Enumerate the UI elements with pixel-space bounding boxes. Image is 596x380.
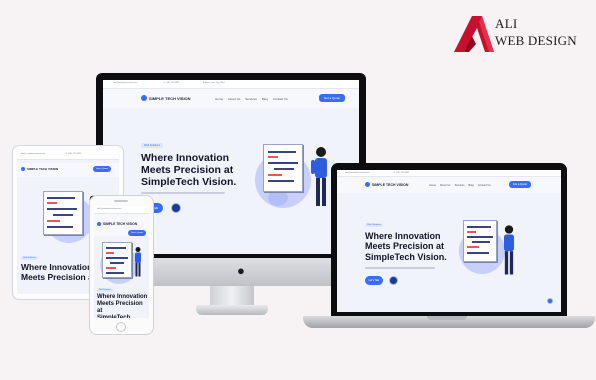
menu-item-about[interactable]: About Us	[228, 97, 240, 101]
apple-logo-icon: ●	[237, 263, 245, 278]
hero-title: Where Innovation Meets Precision at Simp…	[141, 152, 236, 188]
site-nav: SIMPLE TECH VISION Home About Us Service…	[103, 88, 359, 108]
site-logo-text[interactable]: SIMPLE TECH VISION	[27, 167, 58, 171]
hero-description	[365, 267, 435, 269]
hero-title: Where Innovation Meets Precision at Simp…	[365, 231, 447, 262]
hero-illustration-blob-small	[268, 190, 288, 206]
mockup-canvas: ALI WEB DESIGN info@simpletechvision.com…	[0, 0, 596, 380]
hero-cta-button[interactable]: Let's Talk	[365, 276, 383, 285]
brand-logo: ALI WEB DESIGN	[452, 14, 592, 54]
site-topbar: info@simpletechvision.com	[94, 206, 149, 214]
hero-illustration-board	[263, 144, 303, 192]
phone-speaker	[114, 200, 128, 202]
site-nav: SIMPLE TECH VISION Home About Us Service…	[337, 177, 561, 193]
topbar-email: info@simpletechvision.com	[21, 152, 46, 155]
site-logo-icon	[97, 222, 101, 226]
site-menu: Home About Us Services Blog Contact Us	[429, 184, 491, 187]
play-video-button[interactable]	[389, 276, 398, 285]
hero-person-illustration	[135, 247, 141, 277]
site-logo-text[interactable]: SIMPLE TECH VISION	[372, 183, 408, 187]
hero-title-line-2: Meets Precision at	[365, 241, 445, 252]
quote-button[interactable]: Get a Quote	[128, 230, 146, 236]
hero-eyebrow: Web Solutions	[21, 256, 38, 260]
hero-title-line-3: SimpleTech Vision.	[97, 314, 131, 318]
hero-title-line-3: SimpleTech Vision.	[365, 251, 447, 262]
menu-item-contact[interactable]: Contact Us	[273, 97, 288, 101]
topbar-phone: +1 (111) 222-3333	[393, 171, 410, 174]
laptop-notch	[427, 316, 467, 320]
hero-person-illustration	[504, 225, 514, 275]
hero-person-illustration	[311, 147, 327, 206]
site-menu: Home About Us Services Blog Contact Us	[215, 97, 288, 101]
brand-logo-mark-icon	[454, 16, 494, 52]
hero-eyebrow: Web Solutions	[141, 143, 164, 148]
topbar-phone: +1 (111) 222-3333	[163, 81, 180, 84]
quote-button[interactable]: Get a Quote	[93, 166, 111, 172]
site-logo-icon	[141, 94, 147, 101]
hero-description	[141, 192, 225, 194]
topbar-email: info@simpletechvision.com	[97, 207, 122, 210]
site-logo-icon	[365, 182, 370, 188]
topbar-email: info@simpletechvision.com	[345, 171, 370, 174]
hero-title: Where Innovation Meets Precision at	[21, 262, 96, 283]
hero-title-line-1: Where Innovation	[141, 152, 230, 164]
hero-illustration-board	[463, 220, 497, 262]
site-logo-text[interactable]: SIMPLE TECH VISION	[149, 96, 191, 101]
site-logo-text[interactable]: SIMPLE TECH VISION	[103, 222, 137, 226]
site-topbar: info@simpletechvision.com +1 (111) 222-3…	[103, 80, 359, 89]
hero-title-line-1: Where Innovation	[365, 231, 441, 241]
topbar-phone: +1 (111) 222-3333	[65, 152, 82, 155]
menu-item-services[interactable]: Services	[455, 184, 465, 187]
site-logo-icon	[21, 167, 25, 171]
site-nav: SIMPLE TECH VISION Get a Quote	[94, 214, 149, 236]
phone-website: info@simpletechvision.com SIMPLE TECH VI…	[94, 206, 149, 318]
hero-title-line-2: Meets Precision at	[97, 300, 143, 314]
quote-button[interactable]: Get a Quote	[509, 181, 531, 189]
hero-title: Where Innovation Meets Precision at Simp…	[97, 294, 149, 318]
hero-title-line-2: Meets Precision at	[21, 271, 96, 282]
hero-title-line-2: Meets Precision at	[141, 164, 234, 177]
scroll-top-button[interactable]	[547, 298, 553, 304]
hero-illustration-board	[102, 242, 132, 278]
menu-item-about[interactable]: About Us	[440, 184, 451, 187]
menu-item-home[interactable]: Home	[215, 97, 223, 101]
laptop-website: info@simpletechvision.com +1 (111) 222-3…	[337, 170, 561, 312]
topbar-address: Address Line, City, State	[203, 81, 225, 84]
hero-illustration-board	[43, 191, 83, 235]
hero-eyebrow: Web Solutions	[97, 288, 113, 292]
menu-item-blog[interactable]: Blog	[469, 184, 474, 187]
play-video-button[interactable]	[171, 203, 181, 213]
topbar-email: info@simpletechvision.com	[113, 81, 138, 84]
phone-home-button[interactable]	[116, 322, 126, 332]
brand-line-1: ALI	[495, 16, 518, 31]
site-topbar: info@simpletechvision.com +1 (111) 222-3…	[17, 151, 119, 160]
menu-item-contact[interactable]: Contact Us	[478, 184, 491, 187]
site-topbar: info@simpletechvision.com +1 (111) 222-3…	[337, 170, 561, 178]
monitor-stand-base	[196, 305, 268, 315]
menu-item-home[interactable]: Home	[429, 184, 436, 187]
site-nav: SIMPLE TECH VISION Get a Quote	[17, 163, 119, 177]
brand-line-2: WEB DESIGN	[495, 33, 577, 48]
menu-item-blog[interactable]: Blog	[262, 97, 268, 101]
hero-title-line-1: Where Innovation	[97, 294, 148, 300]
hero-title-line-3: SimpleTech Vision.	[141, 176, 237, 189]
hero-eyebrow: Web Solutions	[365, 223, 384, 227]
menu-item-services[interactable]: Services	[245, 97, 257, 101]
quote-button[interactable]: Get a Quote	[319, 93, 345, 102]
